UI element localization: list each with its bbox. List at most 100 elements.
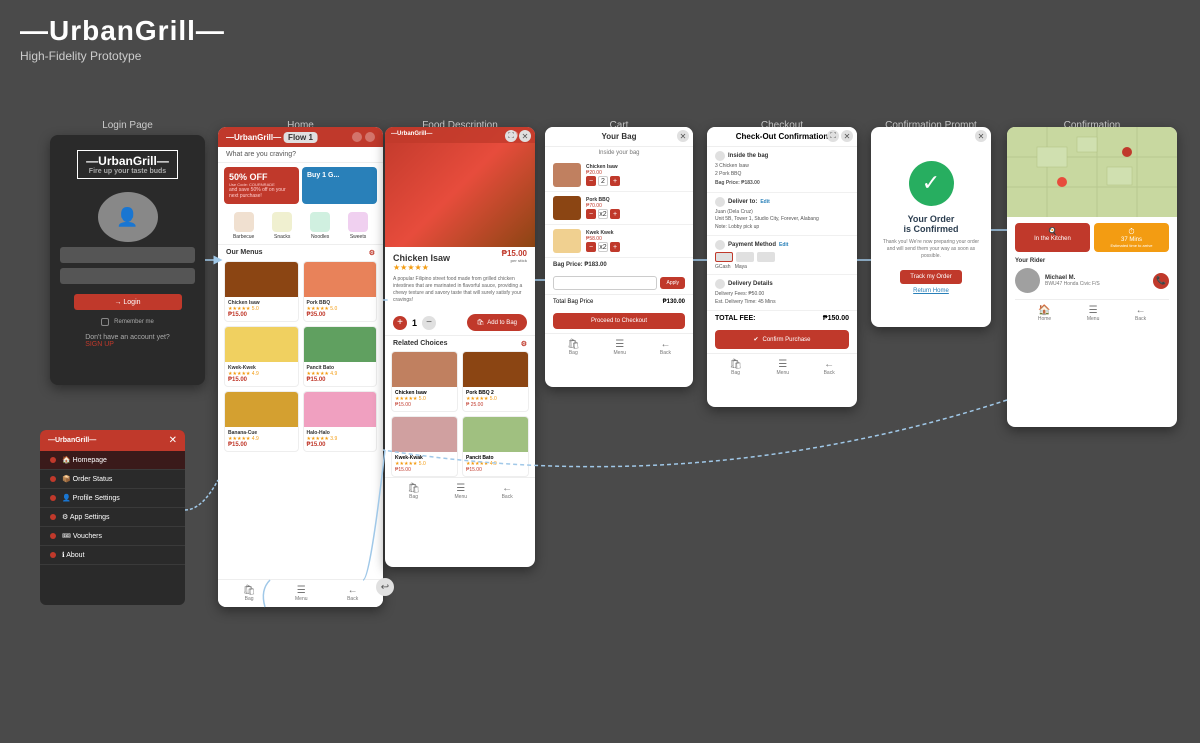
track-order-btn[interactable]: Track my Order [900,270,961,284]
food-stars: ★★★★★ [393,263,527,272]
sidebar-item-order-status[interactable]: 📦 Order Status [40,470,185,489]
rider-info: Michael M. BWU47 Honda Civic F/S [1045,275,1148,287]
checkout-nav-menu[interactable]: ☰Menu [777,359,790,376]
voucher-input[interactable] [553,276,657,290]
pay-card[interactable] [715,252,733,262]
banner-buy1[interactable]: Buy 1 G... [302,167,377,204]
categories-row: Barbecue Snacks Noodles Sweets [218,208,383,245]
bell-icon[interactable] [352,132,362,142]
related-filter[interactable]: ⚙ [521,340,527,348]
qty-decrement[interactable]: − [422,316,436,330]
checkout-nav-back[interactable]: ←Back [824,359,835,376]
sidebar-item-app-settings[interactable]: ⚙ App Settings [40,508,185,527]
signup-link[interactable]: SIGN UP [85,341,114,348]
checkout-close-btn[interactable]: ✕ [841,130,853,142]
qty-control: + 1 − [393,316,436,330]
sidebar-item-profile[interactable]: 👤 Profile Settings [40,489,185,508]
pay-maya[interactable] [757,252,775,262]
password-field[interactable] [60,268,195,284]
checkout-screen: ✕ ⛶ Check-Out Confirmation Inside the ba… [707,127,857,407]
menu-sidebar-close[interactable]: ✕ [169,435,177,446]
pay-gcash[interactable] [736,252,754,262]
cart-nav-bag[interactable]: 🛍Bag [567,339,580,356]
related-item-3[interactable]: Kwek-Kwak ★★★★★ 5.0 ₱15.00 [391,416,458,477]
item3-minus[interactable]: − [586,242,596,252]
item1-minus[interactable]: − [586,176,596,186]
cart-close-btn[interactable]: ✕ [677,130,689,142]
related-item-2[interactable]: Pork BBQ 2 ★★★★★ 5.0 ₱ 25.00 [462,351,529,412]
menu-item-chicken-isaw[interactable]: Chicken Isaw ★★★★★ 5.0 ₱15.00 [224,261,299,322]
confirm-title: Your Orderis Confirmed [903,214,958,234]
edit-delivery-btn[interactable]: Edit [760,199,769,205]
cart-item-2: Pork BBQ ₱70.00 − x2 + [545,192,693,225]
cart-nav-back[interactable]: ←Back [660,339,671,356]
related-item-4[interactable]: Pancit Bato ★★★★★ 4.9 ₱15.00 [462,416,529,477]
add-to-bag-btn[interactable]: 🛍 Add to Bag [467,314,527,331]
nav-menu[interactable]: ☰Menu [295,585,308,602]
call-rider-btn[interactable]: 📞 [1153,273,1169,289]
home-logo: —UrbanGrill— [226,133,281,142]
prompt-close-btn[interactable]: ✕ [975,130,987,142]
menu-item-banana-cue[interactable]: Banana-Cue ★★★★★ 4.9 ₱15.00 [224,391,299,452]
search-bar[interactable]: What are you craving? [218,147,383,163]
item1-plus[interactable]: + [610,176,620,186]
checkout-nav-bag[interactable]: 🛍Bag [729,359,742,376]
tracking-nav-home[interactable]: 🏠Home [1038,305,1051,322]
food-close-btn[interactable]: ✕ [519,130,531,142]
sidebar-item-about[interactable]: ℹ About [40,546,185,565]
edit-payment-btn[interactable]: Edit [779,242,788,248]
cart-item-img-1 [553,163,581,187]
item2-plus[interactable]: + [610,209,620,219]
voucher-row: Apply [545,272,693,294]
cart-item-img-3 [553,229,581,253]
banner-area: 50% OFF Use Code: COURNRADE and save 50%… [218,163,383,208]
sidebar-item-homepage[interactable]: 🏠 Homepage [40,451,185,470]
user-icon[interactable] [365,132,375,142]
apply-btn[interactable]: Apply [660,277,685,289]
menu-grid: Chicken Isaw ★★★★★ 5.0 ₱15.00 Pork BBQ ★… [218,261,383,452]
checkout-delivery-section: Deliver to: Edit Juan (Dela Cruz) Unit 5… [707,193,857,237]
login-button[interactable]: → Login [74,294,182,310]
cat-barbecue[interactable]: Barbecue [233,212,254,240]
cat-snacks[interactable]: Snacks [272,212,292,240]
food-description: A popular Filipino street food made from… [385,276,535,310]
sidebar-item-vouchers[interactable]: 🎟 Vouchers [40,527,185,546]
food-nav-menu[interactable]: ☰Menu [455,483,468,500]
checkout-payment-section: Payment Method Edit GCash Maya [707,236,857,275]
proceed-checkout-btn[interactable]: Proceed to Checkout [553,313,685,329]
menu-item-kwek-kwek[interactable]: Kwek-Kwek ★★★★★ 4.9 ₱15.00 [224,326,299,387]
cart-bottom-nav: 🛍Bag ☰Menu ←Back [545,333,693,361]
item2-minus[interactable]: − [586,209,596,219]
menu-item-pancit[interactable]: Pancit Bato ★★★★★ 4.9 ₱15.00 [303,326,378,387]
nav-bag[interactable]: 🛍Bag [243,585,256,602]
tracking-nav-back[interactable]: ←Back [1135,305,1146,322]
home-screen: Flow 1 —UrbanGrill— What are you craving… [218,127,383,607]
related-item-1[interactable]: Chicken Isaw ★★★★★ 5.0 ₱15.00 [391,351,458,412]
menu-item-pork-bbq[interactable]: Pork BBQ ★★★★★ 5.0 ₱35.00 [303,261,378,322]
food-nav-back[interactable]: ←Back [502,483,513,500]
remember-checkbox[interactable] [101,318,109,326]
confirm-purchase-btn[interactable]: ✔ Confirm Purchase [715,330,849,349]
cart-screen: ✕ Your Bag Inside your bag Chicken Isaw … [545,127,693,387]
app-header: —UrbanGrill— High-Fidelity Prototype [20,15,225,63]
cart-nav-menu[interactable]: ☰Menu [614,339,627,356]
menu-item-halo-halo[interactable]: Halo-Halo ★★★★★ 3.9 ₱15.00 [303,391,378,452]
banner-50off[interactable]: 50% OFF Use Code: COURNRADE and save 50%… [224,167,299,204]
item3-plus[interactable]: + [610,242,620,252]
username-field[interactable] [60,247,195,263]
filter-icon[interactable]: ⚙ [369,249,375,257]
kitchen-badge: 🍳 In the Kitchen [1015,223,1090,252]
tracking-nav-menu[interactable]: ☰Menu [1087,305,1100,322]
home-bottom-nav: 🛍Bag ☰Menu ←Back [218,579,383,607]
cat-noodles[interactable]: Noodles [310,212,330,240]
checkout-expand-btn[interactable]: ⛶ [827,130,839,142]
food-expand-btn[interactable]: ⛶ [505,130,517,142]
food-nav-bag[interactable]: 🛍Bag [407,483,420,500]
qty-increment[interactable]: + [393,316,407,330]
return-home-btn[interactable]: Return Home [913,288,949,294]
cat-sweets[interactable]: Sweets [348,212,368,240]
cart-item-info-3: Kwek Kwek ₱58.00 − x2 + [586,230,685,252]
nav-back[interactable]: ←Back [347,585,358,602]
qty-row: + 1 − 🛍 Add to Bag [385,310,535,335]
check-circle: ✓ [909,161,954,206]
